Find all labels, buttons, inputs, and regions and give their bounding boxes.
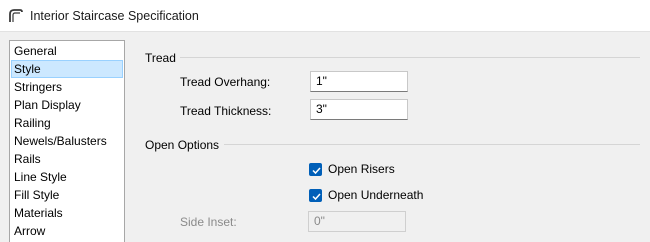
nav-item-fill-style[interactable]: Fill Style xyxy=(11,186,123,204)
nav-item-newels-balusters[interactable]: Newels/Balusters xyxy=(11,132,123,150)
nav-item-stringers[interactable]: Stringers xyxy=(11,78,123,96)
open-risers-checkbox[interactable] xyxy=(309,162,322,176)
checkmark-icon xyxy=(312,192,321,200)
tread-section-heading: Tread xyxy=(145,51,176,65)
app-logo-icon xyxy=(9,9,23,22)
nav-item-line-style[interactable]: Line Style xyxy=(11,168,123,186)
open-underneath-option[interactable]: Open Underneath xyxy=(309,187,423,203)
nav-item-general[interactable]: General xyxy=(11,42,123,60)
nav-item-arrow[interactable]: Arrow xyxy=(11,222,123,240)
nav-item-plan-display[interactable]: Plan Display xyxy=(11,96,123,114)
open-risers-option[interactable]: Open Risers xyxy=(309,161,395,177)
open-options-section-heading: Open Options xyxy=(145,138,220,152)
tread-thickness-input[interactable]: 3" xyxy=(310,99,408,120)
open-options-separator xyxy=(224,144,640,145)
side-inset-label: Side Inset: xyxy=(180,215,237,229)
title-bar: Interior Staircase Specification xyxy=(0,0,650,32)
category-list[interactable]: General Style Stringers Plan Display Rai… xyxy=(9,40,125,242)
side-inset-input: 0" xyxy=(308,211,406,232)
open-underneath-label: Open Underneath xyxy=(328,188,424,202)
tread-overhang-input[interactable]: 1" xyxy=(310,71,408,92)
nav-item-railing[interactable]: Railing xyxy=(11,114,123,132)
tread-separator xyxy=(180,57,640,58)
nav-item-rails[interactable]: Rails xyxy=(11,150,123,168)
nav-item-materials[interactable]: Materials xyxy=(11,204,123,222)
window-title: Interior Staircase Specification xyxy=(30,9,199,23)
tread-overhang-label: Tread Overhang: xyxy=(180,75,271,89)
nav-item-style[interactable]: Style xyxy=(11,60,123,78)
open-risers-label: Open Risers xyxy=(328,162,395,176)
tread-thickness-label: Tread Thickness: xyxy=(180,104,272,118)
checkmark-icon xyxy=(312,166,321,174)
open-underneath-checkbox[interactable] xyxy=(309,188,322,202)
